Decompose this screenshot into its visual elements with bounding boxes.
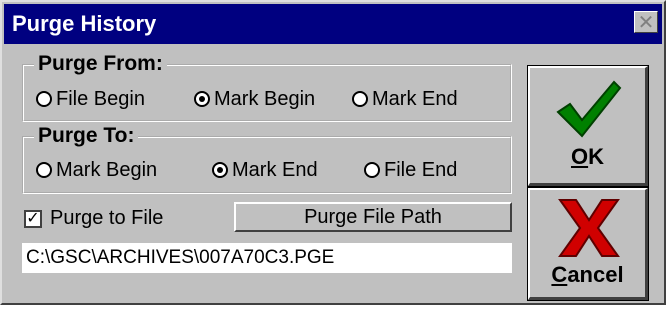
checkbox-checked-icon: ✓ (24, 209, 42, 228)
radio-icon (364, 162, 380, 178)
purge-to-mark-end-radio[interactable]: Mark End (212, 159, 318, 181)
cancel-button[interactable]: Cancel (527, 187, 649, 301)
purge-to-file-end-radio[interactable]: File End (364, 159, 457, 181)
radio-label: Mark End (372, 88, 458, 110)
radio-label: Mark Begin (214, 88, 316, 110)
purge-to-mark-begin-radio[interactable]: Mark Begin (36, 159, 157, 181)
radio-label: Mark Begin (56, 159, 158, 181)
purge-from-mark-begin-radio[interactable]: Mark Begin (194, 88, 315, 110)
purge-from-mark-end-radio[interactable]: Mark End (352, 88, 458, 110)
radio-selected-icon (212, 162, 228, 178)
ok-label: OK (570, 144, 604, 169)
ok-button[interactable]: OK (527, 65, 649, 187)
radio-icon (352, 91, 368, 107)
radio-selected-icon (194, 91, 210, 107)
radio-icon (36, 162, 52, 178)
close-button[interactable]: ✕ (634, 11, 658, 34)
radio-label: File End (384, 159, 458, 181)
radio-label: File Begin (56, 88, 145, 110)
cancel-label: Cancel (551, 262, 624, 287)
green-check-icon (556, 80, 622, 138)
purge-from-legend: Purge From: (34, 52, 167, 76)
close-icon: ✕ (637, 12, 655, 34)
radio-label: Mark End (232, 159, 318, 181)
button-label: Purge File Path (304, 205, 442, 228)
purge-to-file-checkbox[interactable]: ✓ Purge to File (24, 207, 163, 230)
window-title: Purge History (12, 11, 157, 36)
purge-file-path-field[interactable]: C:\GSC\ARCHIVES\007A70C3.PGE (22, 243, 512, 273)
purge-file-path-button[interactable]: Purge File Path (234, 202, 512, 232)
purge-to-legend: Purge To: (34, 124, 139, 148)
red-x-icon (558, 199, 620, 257)
purge-from-file-begin-radio[interactable]: File Begin (36, 88, 145, 110)
checkbox-label: Purge to File (50, 207, 164, 229)
title-bar: Purge History ✕ (4, 4, 662, 44)
purge-history-dialog: Purge History ✕ Purge From: File Begin M… (0, 0, 666, 305)
radio-icon (36, 91, 52, 107)
